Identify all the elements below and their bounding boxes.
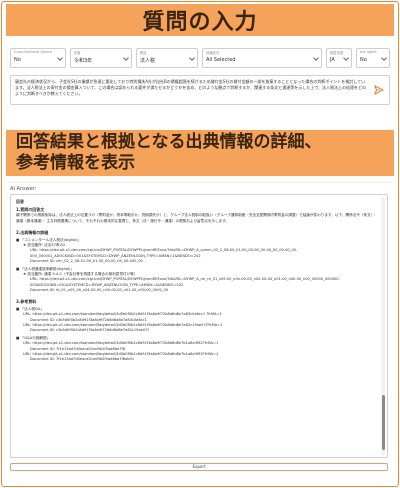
source-document-id: Document ID: ht_01_n05_00_n04-00-00_n00-… [30, 287, 169, 292]
answer-paragraph: 親子関係での債務免除は、法人税法上の位置づけ（寄附金か、資本等取引か、貸倒損失か… [16, 213, 377, 223]
question-text: 親会社の経済状況から、子会社S社の業績が急速に悪化しており特別損失A社が自社Bの… [15, 79, 367, 96]
filter-value: 令和3年 [74, 58, 93, 64]
send-icon[interactable] [374, 85, 384, 95]
cross-sectional-search-select[interactable]: Cross-Sectional Search No [10, 48, 66, 68]
filter-label: 回答言語 [330, 51, 344, 55]
year-select[interactable]: 年度 令和3年 [70, 48, 132, 68]
info-category-select[interactable]: 情報区分 All Selected [202, 48, 322, 68]
scrollbar-thumb[interactable] [381, 395, 385, 450]
chevron-down-icon [123, 55, 129, 61]
filter-label: Cross-Sectional Search [14, 50, 52, 54]
source-title-text: 「法人税通達逐条解説(digital)」 [20, 267, 75, 272]
chevron-down-icon [189, 55, 195, 61]
filter-label: 税目 [140, 51, 147, 55]
source-title-text: 「コンメンタール法人税法(digital)」 [20, 238, 82, 243]
reference-document-id: Document ID: 7f1e13ad7d0eaca01ed9b2f5ad6… [30, 357, 135, 362]
answer-section-3: 3.参考資料 [16, 299, 37, 305]
export-button[interactable]: Export [10, 463, 388, 471]
filter-label: Ask Agent [360, 50, 377, 54]
chevron-down-icon [381, 55, 387, 61]
filter-bar: Cross-Sectional Search No 年度 令和3年 税目 法人税… [10, 48, 390, 68]
filter-value: 法人税 [140, 58, 156, 64]
source-url[interactable]: URL: https://dev.pit.x1-dev.com/cgi-bin/… [16, 248, 377, 258]
reference-title-text: 「法人税QA」 [20, 307, 44, 312]
ai-answer-panel[interactable]: 回答 1.質問の回答文 親子関係での債務免除は、法人税法上の位置づけ（寄附金か、… [10, 194, 388, 458]
section-title-input: 質問の入力 [6, 4, 394, 36]
ask-agent-select[interactable]: Ask Agent No [356, 48, 390, 68]
tax-item-select[interactable]: 税目 法人税 [136, 48, 198, 68]
source-url[interactable]: URL: https://dev.pit.x1-dev.com/cgi-bin/… [16, 277, 377, 287]
divider [6, 182, 394, 183]
answer-language-select[interactable]: 回答言語 JA [326, 48, 352, 68]
filter-label: 年度 [74, 51, 81, 55]
filter-value: JA [330, 57, 335, 63]
filter-value: No [360, 57, 367, 63]
answer-section-1: 1.質問の回答文 [16, 207, 45, 213]
results-title-line1: 回答結果と根拠となる出典情報の詳細、 [16, 132, 322, 152]
source-document-id: Document ID: chn_02_2_08-01-00_01-00_00-… [30, 258, 143, 263]
filter-value: No [14, 57, 21, 63]
answer-section-2: 2.出典情報の詳細 [16, 229, 49, 235]
filter-value: All Selected [206, 57, 236, 63]
section-title-results: 回答結果と根拠となる出典情報の詳細、 参考情報を表示 [6, 130, 394, 176]
filter-label: 情報区分 [206, 51, 220, 55]
chevron-down-icon [313, 55, 319, 61]
ai-answer-label: AI Answer: [10, 186, 37, 192]
results-title-line2: 参考情報を表示 [16, 153, 135, 173]
reference-document-id: Document ID: c3b5d0f0b2c8d91f3a8a9f72b8d… [30, 328, 149, 333]
chevron-down-icon [57, 55, 63, 61]
answer-heading: 回答 [16, 199, 24, 204]
reference-title-text: 「Q&A行政解説」 [20, 336, 51, 341]
chevron-down-icon [343, 55, 349, 61]
question-input[interactable]: 親会社の経済状況から、子会社S社の業績が急速に悪化しており特別損失A社が自社Bの… [10, 75, 390, 105]
